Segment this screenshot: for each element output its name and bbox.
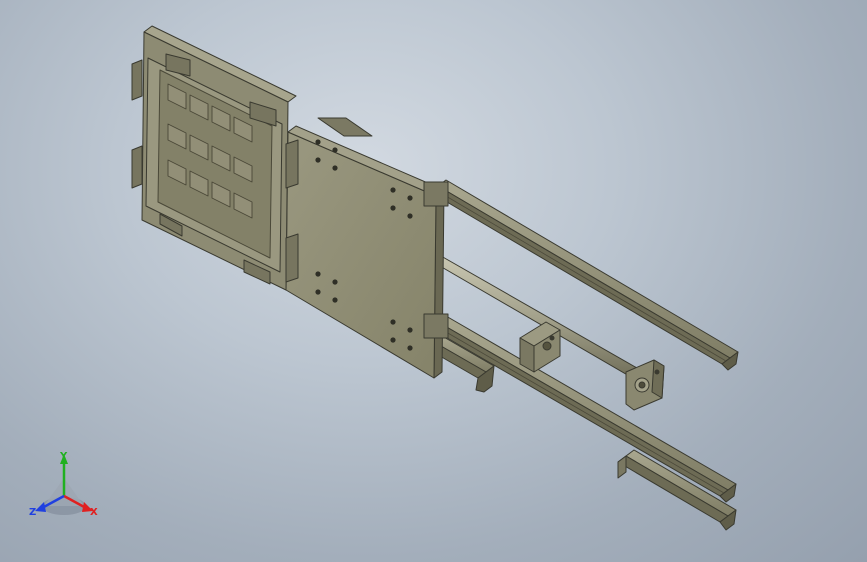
triad-x-label: X	[90, 507, 98, 518]
triad-z-label: Z	[29, 507, 36, 518]
rod-support-block[interactable]	[519, 321, 561, 373]
cad-graphics-viewport[interactable]: Y X Z	[0, 0, 867, 562]
axis-triad: Y X Z	[29, 451, 98, 518]
main-mounting-plate[interactable]	[285, 117, 449, 379]
assembly-model[interactable]	[131, 25, 739, 531]
triad-y-label: Y	[59, 451, 68, 462]
